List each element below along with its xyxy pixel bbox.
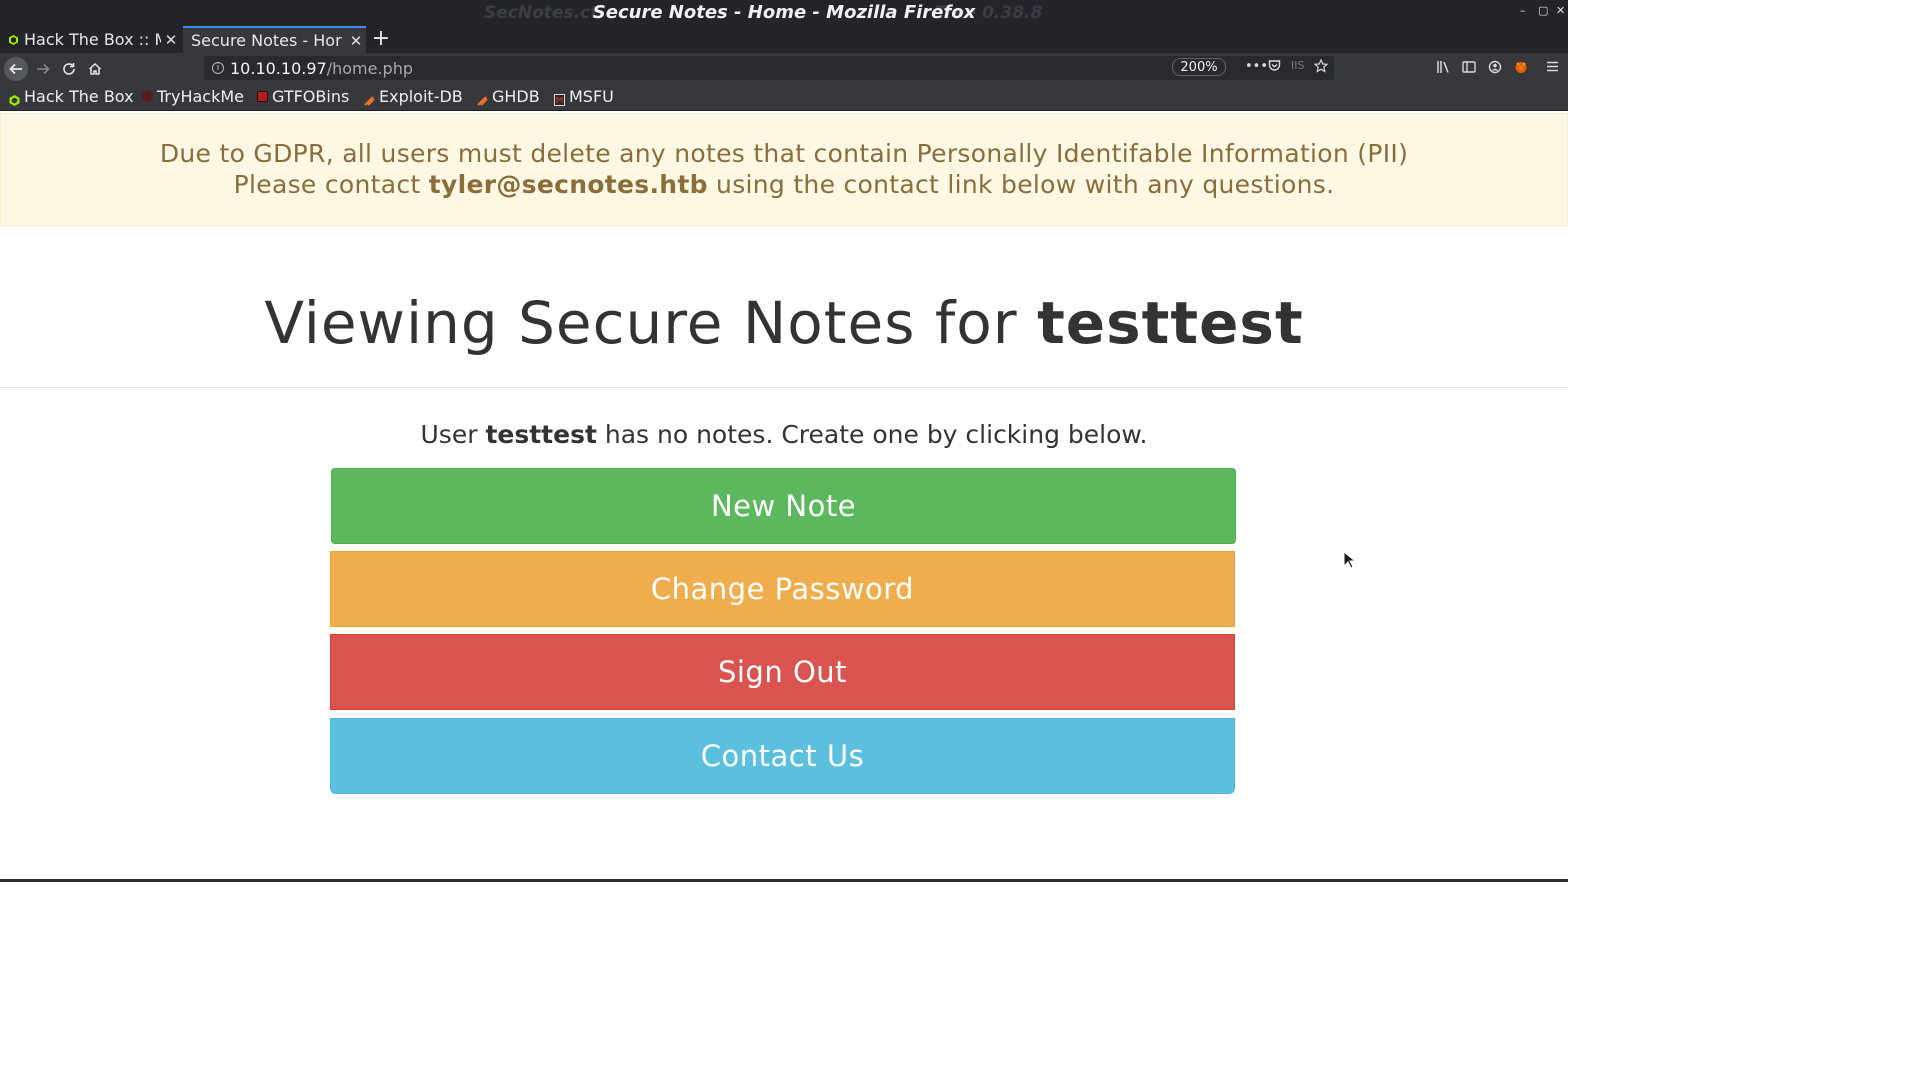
sign-out-button[interactable]: Sign Out [330, 634, 1235, 710]
gdpr-alert: Due to GDPR, all users must delete any n… [0, 113, 1568, 226]
page-title: Viewing Secure Notes for testtest [0, 289, 1568, 357]
bookmark-label: TryHackMe [157, 87, 245, 106]
bookmark-gtfobins[interactable]: GTFOBins [257, 87, 349, 106]
exploit-db-icon [364, 91, 375, 106]
site-info-icon[interactable]: i [212, 62, 224, 74]
msfu-icon [554, 91, 565, 106]
ghdb-icon [477, 91, 488, 106]
no-notes-message: User testtest has no notes. Create one b… [0, 420, 1568, 449]
tryhackme-icon [142, 91, 153, 102]
alert-line-2-prefix: Please contact [233, 170, 429, 199]
contact-email: tyler@secnotes.htb [428, 170, 708, 199]
account-icon[interactable] [1488, 60, 1502, 78]
back-button[interactable] [4, 57, 28, 81]
home-icon [88, 62, 102, 75]
htb-icon [8, 34, 18, 45]
page-title-username: testtest [1037, 289, 1304, 357]
tab-strip: Hack The Box :: M ✕ Secure Notes - Hor ✕… [0, 26, 1568, 53]
tab-label: Hack The Box :: M [24, 30, 161, 49]
zoom-level-button[interactable]: 200% [1172, 58, 1226, 76]
bookmarks-toolbar: Hack The Box TryHackMe GTFOBins Exploit-… [0, 84, 1568, 111]
page-content: Due to GDPR, all users must delete any n… [0, 111, 1568, 882]
close-window-button[interactable]: ✕ [1556, 4, 1565, 17]
back-arrow-icon [9, 63, 22, 75]
tab-close-icon[interactable]: ✕ [346, 32, 366, 50]
minimize-button[interactable]: – [1520, 4, 1526, 17]
new-note-button[interactable]: New Note [331, 468, 1236, 544]
hamburger-menu-icon[interactable] [1546, 60, 1559, 77]
bookmark-ghdb[interactable]: GHDB [477, 87, 540, 106]
bookmark-hack-the-box[interactable]: Hack The Box [9, 87, 134, 106]
tab-secure-notes[interactable]: Secure Notes - Hor ✕ [183, 26, 366, 53]
bookmark-label: Exploit-DB [379, 87, 463, 106]
alert-line-2-suffix: using the contact link below with any qu… [707, 170, 1335, 199]
gtfobins-icon [257, 91, 268, 102]
alert-line-2: Please contact tyler@secnotes.htb using … [1, 169, 1567, 200]
bookmark-label: GTFOBins [272, 87, 350, 106]
pocket-icon[interactable] [1268, 59, 1281, 76]
extension-fox-icon[interactable] [1514, 60, 1528, 78]
message-prefix: User [420, 420, 486, 449]
bookmark-label: Hack The Box [24, 87, 134, 106]
url-bar[interactable]: i 10.10.10.97/home.php 200% ••• IIS [204, 56, 1334, 80]
library-icon[interactable] [1436, 60, 1450, 78]
reload-button[interactable] [57, 57, 81, 81]
mouse-cursor-icon [1343, 551, 1355, 569]
home-button[interactable] [83, 57, 107, 81]
bookmark-exploit-db[interactable]: Exploit-DB [364, 87, 463, 106]
tab-close-icon[interactable]: ✕ [161, 31, 181, 49]
reader-view-icon[interactable]: IIS [1291, 59, 1304, 72]
change-password-button[interactable]: Change Password [330, 551, 1235, 627]
window-title-bar: SecNotes.ct Tree 0.38.8 Secure Notes - H… [0, 0, 1568, 26]
bookmark-star-icon[interactable] [1313, 58, 1329, 77]
message-suffix: has no notes. Create one by clicking bel… [596, 420, 1148, 449]
window-bottom-edge [0, 879, 1568, 882]
url-host: 10.10.10.97 [230, 58, 327, 78]
tab-hack-the-box[interactable]: Hack The Box :: M ✕ [0, 26, 181, 53]
htb-icon [9, 91, 20, 106]
bookmark-label: GHDB [492, 87, 540, 106]
tab-label: Secure Notes - Hor [191, 31, 342, 50]
window-title: Secure Notes - Home - Mozilla Firefox [592, 2, 976, 23]
bookmark-msfu[interactable]: MSFU [554, 87, 614, 106]
forward-button[interactable] [31, 57, 55, 81]
maximize-button[interactable]: ▢ [1538, 4, 1548, 17]
alert-line-1: Due to GDPR, all users must delete any n… [159, 139, 1409, 168]
new-tab-button[interactable]: + [370, 26, 392, 53]
forward-arrow-icon [37, 63, 50, 75]
bookmark-label: MSFU [569, 87, 614, 106]
sidebar-icon[interactable] [1462, 60, 1476, 78]
reload-icon [63, 63, 75, 75]
navigation-toolbar: i 10.10.10.97/home.php 200% ••• IIS [0, 53, 1568, 84]
contact-us-button[interactable]: Contact Us [330, 718, 1235, 794]
page-actions-icon[interactable]: ••• [1245, 59, 1268, 74]
divider [0, 387, 1568, 388]
url-path: /home.php [326, 58, 413, 78]
bookmark-tryhackme[interactable]: TryHackMe [142, 87, 244, 106]
page-title-prefix: Viewing Secure Notes for [264, 289, 1038, 357]
message-username: testtest [485, 420, 597, 449]
